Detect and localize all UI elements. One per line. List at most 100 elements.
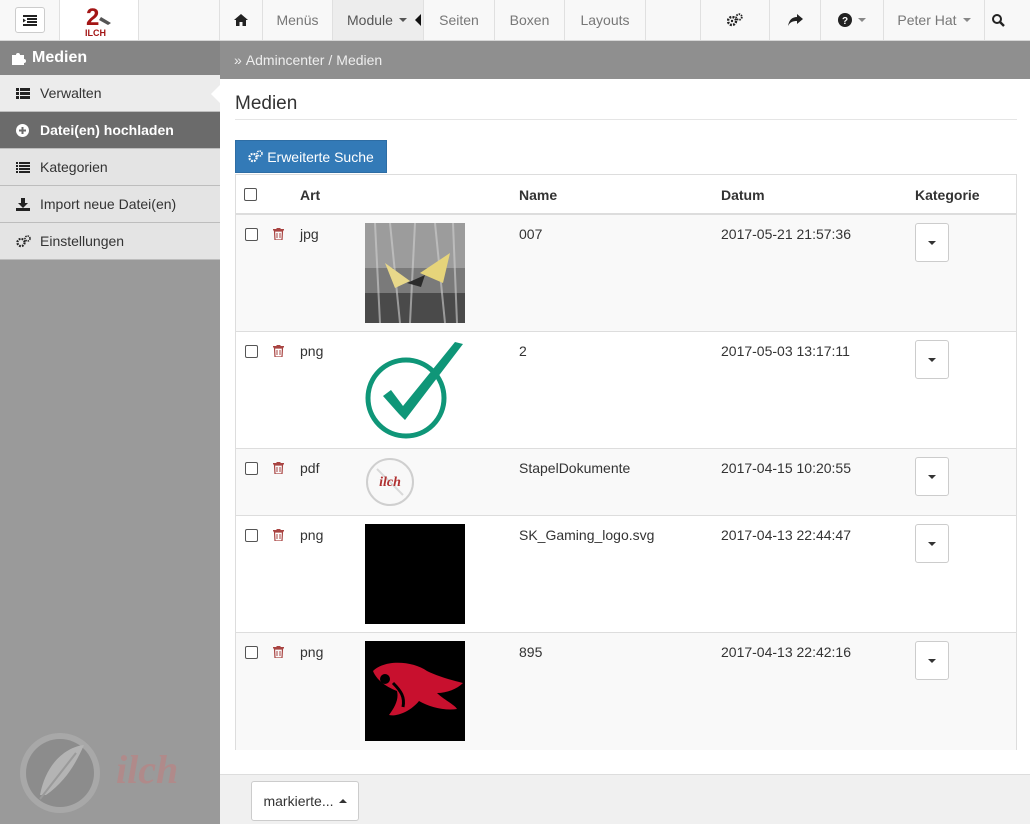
row-name: SK_Gaming_logo.svg <box>519 527 655 543</box>
sidebar-item-import[interactable]: Import neue Datei(en) <box>0 186 220 223</box>
trash-icon[interactable] <box>273 462 284 474</box>
category-dropdown-button[interactable] <box>915 641 949 680</box>
table-header: Art Name Datum Kategorie <box>236 175 1016 215</box>
caret-down-icon <box>962 18 971 22</box>
gears-icon <box>248 150 263 163</box>
sidebar-item-categories[interactable]: Kategorien <box>0 149 220 186</box>
row-type: png <box>300 343 324 359</box>
plus-circle-icon <box>16 123 29 137</box>
advanced-search-label: Erweiterte Suche <box>267 148 374 165</box>
sidebar-item-label: Verwalten <box>40 85 102 101</box>
arrow-left-icon <box>414 14 421 26</box>
nav-modules-label: Module <box>347 12 393 28</box>
category-dropdown-button[interactable] <box>915 340 949 379</box>
nav-menus-label: Menüs <box>276 12 319 28</box>
row-checkbox[interactable] <box>245 345 258 358</box>
nav-boxes[interactable]: Boxen <box>495 0 565 40</box>
top-navbar: 2 ILCH Menüs Module Seiten Boxen Layouts… <box>0 0 1030 41</box>
nav-pages-label: Seiten <box>439 12 479 28</box>
ilch-logo-icon: 2 ILCH <box>85 4 111 37</box>
brand-logo[interactable]: 2 ILCH <box>60 0 139 40</box>
nav-layouts-label: Layouts <box>580 12 630 28</box>
category-dropdown-button[interactable] <box>915 524 949 563</box>
header-date: Datum <box>721 187 765 203</box>
caret-down-icon <box>928 474 936 479</box>
user-name: Peter Hat <box>897 12 957 28</box>
header-type: Art <box>300 187 321 203</box>
butterfly-thumbnail[interactable] <box>365 223 465 323</box>
svg-text:ILCH: ILCH <box>85 28 106 37</box>
caret-down-icon <box>928 240 936 245</box>
nav-user[interactable]: Peter Hat <box>884 0 985 40</box>
red-mascot-thumbnail[interactable] <box>365 641 465 741</box>
sidebar-ilch-logo: ilch <box>16 733 211 816</box>
table-row: png SK_Gaming_logo.svg 2017-04-13 22:44:… <box>236 516 1016 633</box>
svg-text:ilch: ilch <box>116 747 178 792</box>
nav-settings[interactable] <box>700 0 770 40</box>
table-row: png 2 2017-05-03 13:17:11 <box>236 332 1016 449</box>
row-name: 895 <box>519 644 543 660</box>
ilch-pdf-thumbnail[interactable]: ilch <box>365 457 415 507</box>
sidebar-toggle-button[interactable] <box>14 7 45 33</box>
advanced-search-button[interactable]: Erweiterte Suche <box>235 140 387 173</box>
marked-actions-button[interactable]: markierte... <box>251 781 359 821</box>
row-date: 2017-05-21 21:57:36 <box>721 226 851 242</box>
row-checkbox[interactable] <box>245 646 258 659</box>
nav-pages[interactable]: Seiten <box>424 0 495 40</box>
download-icon <box>16 197 30 211</box>
caret-down-icon <box>928 357 936 362</box>
home-icon <box>234 14 248 26</box>
nav-layouts[interactable]: Layouts <box>565 0 646 40</box>
nav-search[interactable] <box>985 0 1012 40</box>
black-thumbnail[interactable] <box>365 524 465 624</box>
caret-down-icon <box>928 541 936 546</box>
category-dropdown-button[interactable] <box>915 457 949 496</box>
trash-icon[interactable] <box>273 228 284 240</box>
sidebar-item-label: Kategorien <box>40 159 108 175</box>
table-row: jpg 007 2017-05-21 21:57:36 <box>236 215 1016 332</box>
row-name: StapelDokumente <box>519 460 631 476</box>
row-date: 2017-04-15 10:20:55 <box>721 460 851 476</box>
breadcrumb-current[interactable]: Medien <box>336 52 382 68</box>
trash-icon[interactable] <box>273 345 284 357</box>
indent-icon <box>22 14 37 26</box>
trash-icon[interactable] <box>273 646 284 658</box>
table-row: pdf ilch StapelDokumente 2017-04-15 10:2… <box>236 449 1016 516</box>
breadcrumb-admincenter[interactable]: Admincenter <box>246 52 325 68</box>
marked-actions-label: markierte... <box>263 793 334 809</box>
trash-icon[interactable] <box>273 529 284 541</box>
svg-text:?: ? <box>842 16 848 27</box>
list-icon <box>16 161 30 173</box>
search-icon <box>992 13 1005 27</box>
caret-down-icon <box>928 658 936 663</box>
puzzle-icon <box>12 53 26 65</box>
row-checkbox[interactable] <box>245 529 258 542</box>
sidebar-title: Medien <box>32 49 88 66</box>
footer-bar: markierte... <box>220 774 1030 824</box>
gears-icon <box>727 13 743 27</box>
caret-down-icon <box>398 18 407 22</box>
sidebar-item-settings[interactable]: Einstellungen <box>0 223 220 260</box>
breadcrumb-prefix: » <box>234 52 242 68</box>
sidebar-header: Medien <box>0 41 220 75</box>
header-category: Kategorie <box>915 187 980 203</box>
checkmark-thumbnail[interactable] <box>365 340 465 440</box>
media-table: Art Name Datum Kategorie jpg 007 2017-05… <box>235 174 1017 750</box>
category-dropdown-button[interactable] <box>915 223 949 262</box>
row-checkbox[interactable] <box>245 228 258 241</box>
page-title: Medien <box>235 93 298 114</box>
svg-text:2: 2 <box>86 4 99 31</box>
row-checkbox[interactable] <box>245 462 258 475</box>
gears-icon <box>16 234 31 247</box>
sidebar-item-upload[interactable]: Datei(en) hochladen <box>0 112 220 149</box>
nav-frontend[interactable] <box>770 0 821 40</box>
nav-modules[interactable]: Module <box>333 0 424 40</box>
select-all-checkbox[interactable] <box>244 188 257 201</box>
row-date: 2017-05-03 13:17:11 <box>721 343 850 359</box>
row-type: png <box>300 644 324 660</box>
breadcrumb: » Admincenter / Medien <box>220 41 1030 79</box>
nav-help[interactable]: ? <box>821 0 884 40</box>
sidebar-item-manage[interactable]: Verwalten <box>0 75 221 112</box>
nav-home[interactable] <box>219 0 263 40</box>
nav-menus[interactable]: Menüs <box>263 0 333 40</box>
